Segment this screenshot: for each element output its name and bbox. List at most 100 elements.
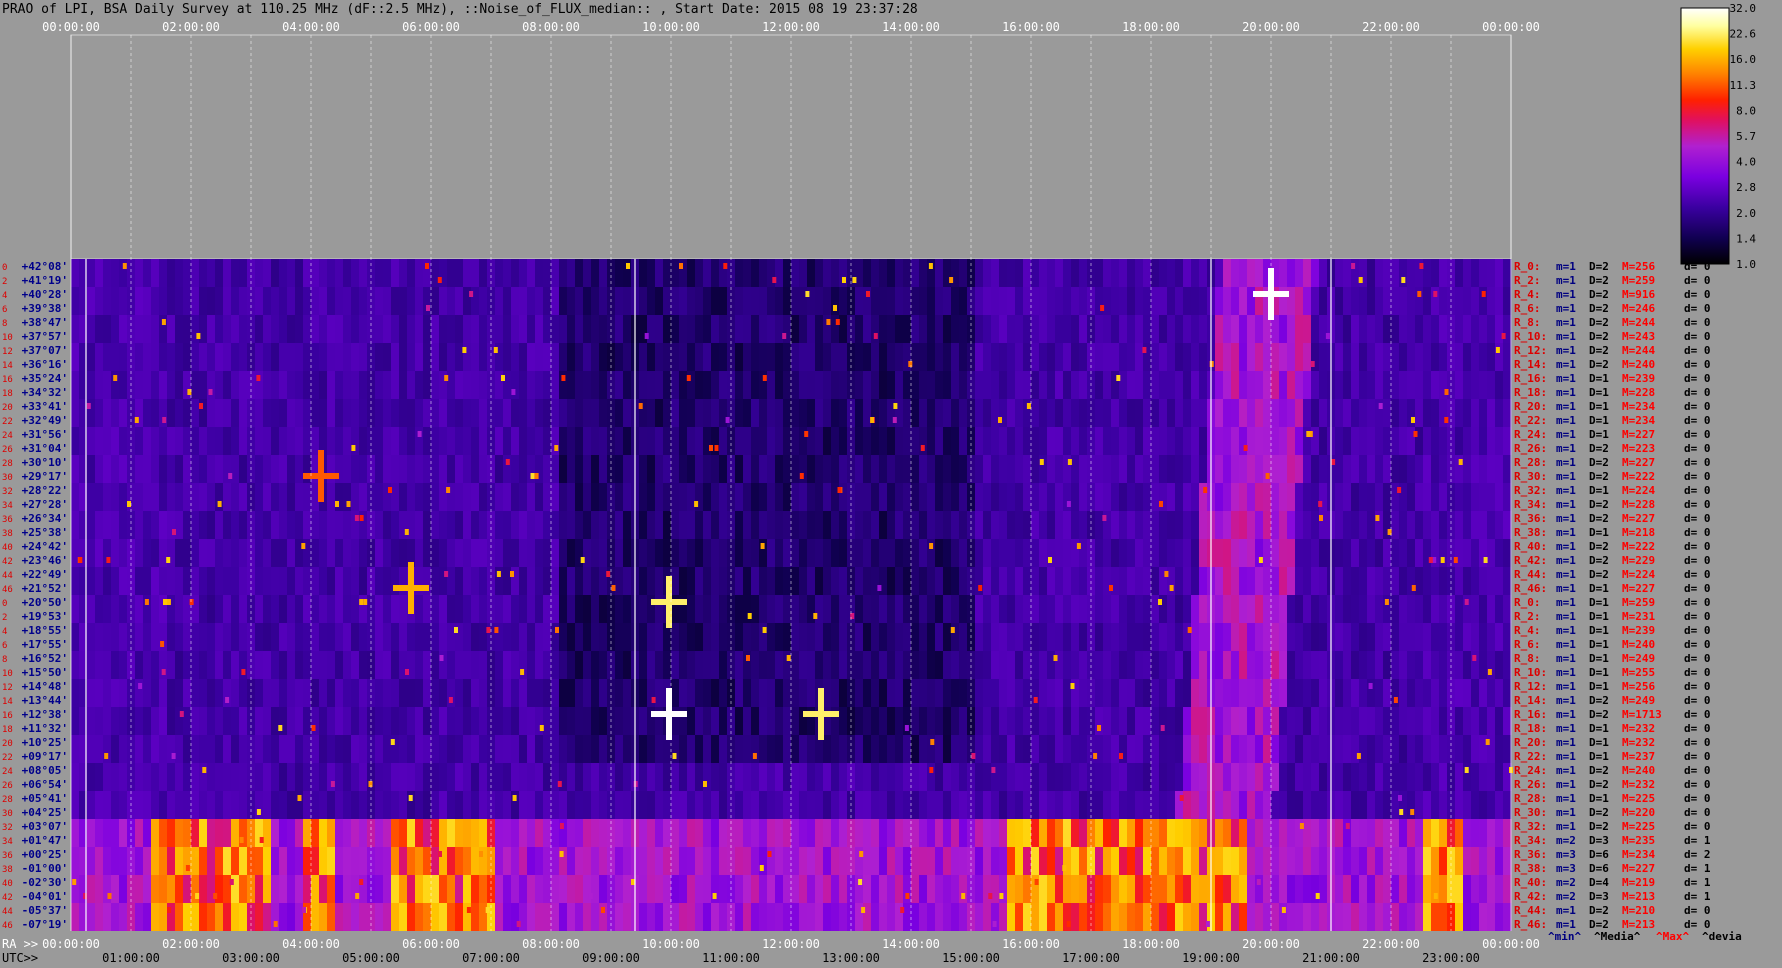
heatmap-cell — [199, 511, 208, 539]
heatmap-cell — [1495, 259, 1504, 287]
heatmap-cell — [1031, 315, 1040, 343]
heatmap-cell — [327, 847, 336, 875]
heatmap-cell — [1015, 315, 1024, 343]
heatmap-cell — [103, 455, 112, 483]
heatmap-cell — [335, 679, 344, 707]
heatmap-cell — [407, 847, 416, 875]
heatmap-cell — [791, 875, 800, 903]
heatmap-cell — [1095, 903, 1104, 931]
heatmap-cell — [1287, 595, 1296, 623]
heatmap-cell — [287, 875, 296, 903]
heatmap-cell — [1311, 399, 1320, 427]
heatmap-cell — [519, 623, 528, 651]
heatmap-cell — [799, 791, 808, 819]
beam-stat: m=1 — [1556, 372, 1576, 385]
heatmap-cell — [271, 539, 280, 567]
heatmap-cell — [303, 791, 312, 819]
heatmap-cell — [927, 427, 936, 455]
heatmap-cell — [199, 567, 208, 595]
heatmap-cell — [655, 735, 664, 763]
heatmap-cell — [599, 651, 608, 679]
beam-stat: R_32: — [1514, 484, 1547, 497]
noise-pixel — [1318, 501, 1323, 507]
heatmap-cell — [255, 595, 264, 623]
heatmap-cell — [895, 511, 904, 539]
heatmap-cell — [535, 819, 544, 847]
noise-pixel — [1102, 515, 1107, 521]
heatmap-cell — [975, 315, 984, 343]
heatmap-cell — [1143, 791, 1152, 819]
heatmap-cell — [1287, 735, 1296, 763]
beam-stat: m=1 — [1556, 470, 1576, 483]
heatmap-cell — [903, 287, 912, 315]
noise-pixel — [259, 837, 264, 843]
heatmap-cell — [1263, 679, 1272, 707]
heatmap-cell — [135, 455, 144, 483]
heatmap-cell — [743, 567, 752, 595]
heatmap-cell — [471, 539, 480, 567]
beam-stat: M=227 — [1622, 512, 1655, 525]
heatmap-cell — [1215, 455, 1224, 483]
heatmap-cell — [623, 707, 632, 735]
heatmap-cell — [991, 455, 1000, 483]
heatmap-cell — [151, 707, 160, 735]
heatmap-cell — [535, 399, 544, 427]
noise-pixel — [1070, 683, 1075, 689]
heatmap-cell — [311, 735, 320, 763]
noise-pixel — [1209, 361, 1214, 367]
heatmap-cell — [1199, 875, 1208, 903]
heatmap-cell — [1319, 455, 1328, 483]
heatmap-cell — [223, 651, 232, 679]
beam-stat: m=1 — [1556, 456, 1576, 469]
heatmap-cell — [823, 539, 832, 567]
heatmap-cell — [743, 315, 752, 343]
heatmap-cell — [839, 371, 848, 399]
heatmap-cell — [1007, 287, 1016, 315]
heatmap-cell — [1479, 763, 1488, 791]
beam-stat: D=2 — [1589, 554, 1609, 567]
heatmap-cell — [351, 651, 360, 679]
heatmap-cell — [303, 511, 312, 539]
heatmap-cell — [623, 399, 632, 427]
heatmap-cell — [1375, 847, 1384, 875]
heatmap-cell — [783, 763, 792, 791]
heatmap-cell — [1439, 875, 1448, 903]
heatmap-cell — [1495, 483, 1504, 511]
heatmap-cell — [943, 315, 952, 343]
heatmap-cell — [535, 735, 544, 763]
heatmap-cell — [591, 791, 600, 819]
heatmap-cell — [327, 903, 336, 931]
heatmap-cell — [1343, 399, 1352, 427]
declination-label: +24°42' — [22, 540, 68, 553]
heatmap-cell — [671, 315, 680, 343]
heatmap-cell — [1263, 651, 1272, 679]
heatmap-cell — [319, 707, 328, 735]
heatmap-cell — [1415, 707, 1424, 735]
heatmap-cell — [1063, 651, 1072, 679]
heatmap-cell — [591, 539, 600, 567]
heatmap-cell — [1031, 483, 1040, 511]
heatmap-cell — [1471, 623, 1480, 651]
heatmap-cell — [1031, 763, 1040, 791]
heatmap-cell — [895, 623, 904, 651]
heatmap-cell — [1119, 315, 1128, 343]
heatmap-cell — [359, 735, 368, 763]
top-time-tick: 04:00:00 — [282, 20, 340, 34]
heatmap-cell — [1359, 595, 1368, 623]
heatmap-cell — [183, 651, 192, 679]
heatmap-cell — [623, 819, 632, 847]
heatmap-cell — [911, 819, 920, 847]
beam-stat: R_40: — [1514, 876, 1547, 889]
beam-stat: R_12: — [1514, 680, 1547, 693]
heatmap-cell — [671, 791, 680, 819]
heatmap-cell — [863, 259, 872, 287]
noise-pixel — [580, 557, 585, 563]
heatmap-cell — [1031, 539, 1040, 567]
heatmap-cell — [1055, 287, 1064, 315]
heatmap-cell — [639, 595, 648, 623]
heatmap-cell — [447, 539, 456, 567]
heatmap-cell — [1287, 371, 1296, 399]
heatmap-cell — [1247, 903, 1256, 931]
heatmap-cell — [511, 511, 520, 539]
heatmap-cell — [327, 287, 336, 315]
